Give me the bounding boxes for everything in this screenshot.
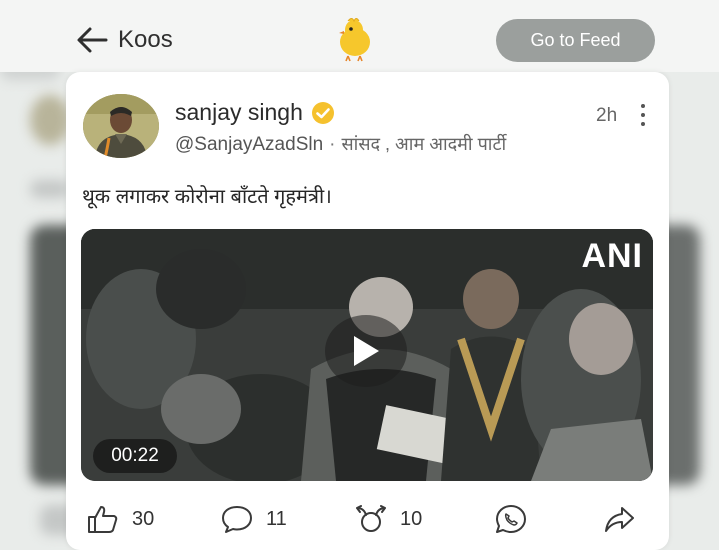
whatsapp-share-button[interactable] (494, 504, 528, 534)
play-icon (354, 336, 379, 366)
back-label: Koos (118, 26, 173, 53)
back-arrow-icon (77, 27, 108, 53)
verified-badge-icon (311, 101, 334, 124)
video-player[interactable]: ANI 00:22 (81, 229, 653, 481)
go-to-feed-button[interactable]: Go to Feed (496, 19, 655, 62)
author-avatar[interactable] (83, 94, 159, 158)
author-name[interactable]: sanjay singh (175, 99, 303, 126)
like-count: 30 (132, 507, 155, 530)
like-icon (88, 506, 118, 533)
comment-count: 11 (266, 507, 287, 530)
background-blur (30, 180, 70, 198)
rekoo-button[interactable]: 10 (354, 504, 422, 534)
author-handle[interactable]: @SanjayAzadSln (175, 134, 323, 155)
comment-button[interactable]: 11 (220, 504, 287, 534)
whatsapp-icon (496, 505, 526, 533)
video-watermark: ANI (581, 237, 643, 275)
koo-post-card: sanjay singh @SanjayAzadSln · सांसद , आम आ… (66, 72, 669, 550)
rekoo-icon (356, 505, 386, 532)
author-name-row: sanjay singh (175, 99, 335, 126)
top-bar: Koos Go to Feed (0, 0, 719, 72)
koo-bird-logo[interactable] (334, 16, 374, 62)
share-icon (605, 507, 634, 532)
play-button[interactable] (325, 315, 407, 387)
rekoo-count: 10 (400, 507, 423, 530)
post-text: थूक लगाकर कोरोना बाँटते गृहमंत्री। (82, 186, 332, 208)
like-button[interactable]: 30 (86, 504, 154, 534)
comment-icon (222, 506, 252, 533)
author-designation: सांसद , आम आदमी पार्टी (341, 134, 507, 154)
share-button[interactable] (602, 504, 636, 534)
separator-dot: · (329, 134, 336, 155)
more-options-icon[interactable] (636, 102, 650, 126)
author-subtitle: @SanjayAzadSln · सांसद , आम आदमी पार्टी (175, 132, 506, 156)
post-time: 2h (596, 105, 618, 126)
background-blur (30, 95, 70, 145)
action-bar: 30 11 10 (66, 500, 669, 540)
video-duration: 00:22 (93, 439, 177, 473)
back-button[interactable]: Koos (76, 25, 173, 55)
